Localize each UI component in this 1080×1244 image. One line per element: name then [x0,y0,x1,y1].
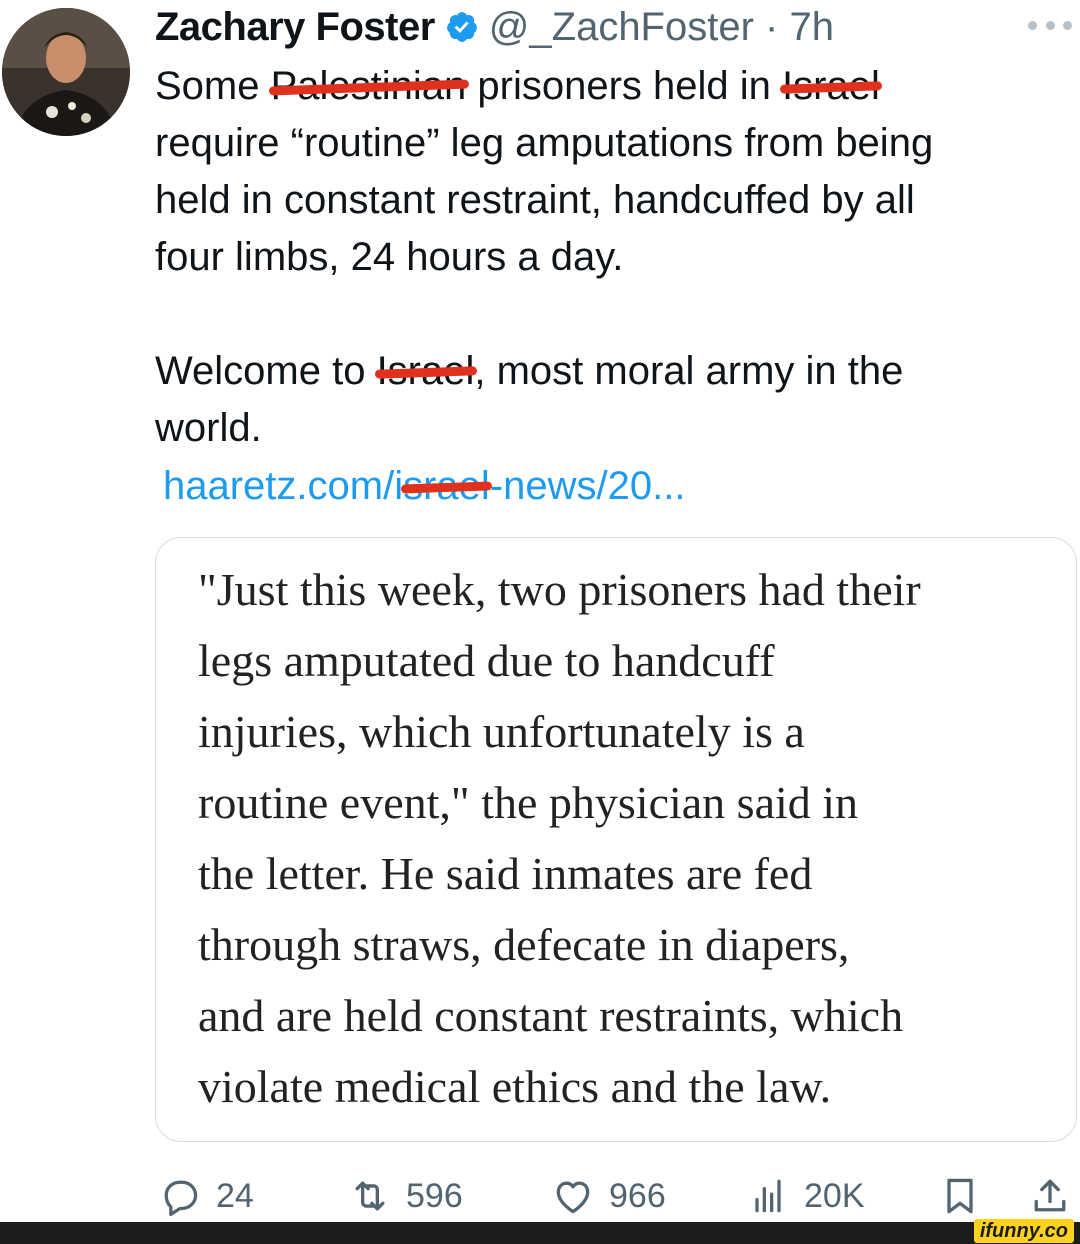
quote-line: the letter. He said inmates are fed [198,848,813,899]
retweet-icon [355,1181,385,1211]
quote-line: violate medical ethics and the law. [198,1061,832,1112]
retweet-count: 596 [406,1176,463,1215]
author-handle-time[interactable]: @_ZachFoster · 7h [489,5,834,50]
bookmark-button[interactable] [938,1170,982,1222]
action-bar: 24 596 966 20K [158,1170,1076,1222]
watermark-bar [0,1222,1080,1244]
quoted-image-card[interactable]: "Just this week, two prisoners had their… [155,537,1077,1142]
views-count: 20K [804,1176,865,1215]
tweet-line-1: Some Palestinian prisoners held in Israe… [155,58,1065,115]
views-button[interactable]: 20K [746,1170,865,1222]
tweet-line-4: four limbs, 24 hours a day. [155,235,624,279]
tweet-line-6: world. [155,406,262,450]
watermark-logo: ifunny.co [973,1219,1074,1243]
quote-text: "Just this week, two prisoners had their… [198,554,1068,1122]
redaction-mark: Israel [782,58,880,115]
redaction-mark: Palestinian [271,58,467,115]
quote-line: legs amputated due to handcuff [198,635,775,686]
share-button[interactable] [1028,1170,1072,1222]
views-icon [755,1179,781,1213]
like-icon [556,1181,590,1214]
like-count: 966 [609,1176,666,1215]
redaction-mark: Israel [377,343,475,400]
quote-line: through straws, defecate in diapers, [198,919,850,970]
reply-button[interactable]: 24 [158,1170,254,1222]
avatar[interactable] [2,8,130,136]
share-icon [1034,1179,1066,1212]
redaction-mark: srael [403,458,490,515]
quote-line: routine event," the physician said in [198,777,859,828]
reply-icon [164,1180,198,1216]
quote-line: and are held constant restraints, which [198,990,904,1041]
quote-line: "Just this week, two prisoners had their [198,564,921,615]
like-button[interactable]: 966 [551,1170,666,1222]
bookmark-icon [947,1178,973,1214]
tweet-text: Some Palestinian prisoners held in Israe… [155,58,1065,457]
tweet-line-5: Welcome to Israel, most moral army in th… [155,343,1065,400]
reply-count: 24 [216,1176,254,1215]
avatar-photo [2,8,130,136]
retweet-button[interactable]: 596 [348,1170,463,1222]
tweet-header: Zachary Foster @_ZachFoster · 7h [155,2,834,52]
article-link[interactable]: haaretz.com/israel-news/20... [163,458,685,515]
quote-line: injuries, which unfortunately is a [198,706,805,757]
tweet-line-3: held in constant restraint, handcuffed b… [155,178,915,222]
tweet-line-2: require “routine” leg amputations from b… [155,121,934,165]
author-name[interactable]: Zachary Foster [155,5,435,50]
more-icon[interactable] [1028,10,1072,40]
verified-badge-icon [446,12,477,42]
